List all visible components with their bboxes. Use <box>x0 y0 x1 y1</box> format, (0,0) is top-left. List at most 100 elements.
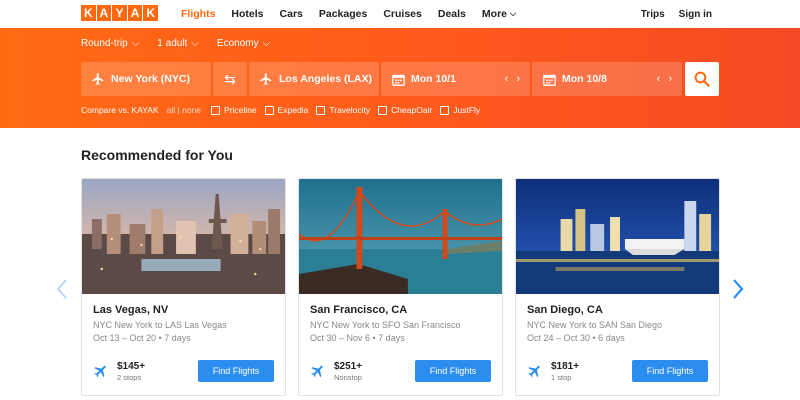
trip-type-dropdown[interactable]: Round-trip ⌵ <box>81 38 139 49</box>
section-title: Recommended for You <box>81 147 233 163</box>
checkbox[interactable] <box>440 105 450 115</box>
checkbox[interactable] <box>211 105 221 115</box>
sign-in-link[interactable]: Sign in <box>679 9 712 20</box>
nav-flights[interactable]: Flights <box>181 8 215 20</box>
find-flights-button[interactable]: Find Flights <box>632 360 708 382</box>
nav-cruises[interactable]: Cruises <box>383 8 422 20</box>
destination-value: Los Angeles (LAX) <box>279 73 372 85</box>
carousel-prev-button[interactable] <box>54 278 70 300</box>
chevron-down-icon: ⌵ <box>510 9 517 18</box>
price: $181+ <box>551 361 580 372</box>
swap-arrows-icon: ⇆ <box>224 70 236 87</box>
stops: 2 stops <box>117 373 142 382</box>
search-options: Round-trip ⌵ 1 adult ⌵ Economy ⌵ <box>81 38 270 49</box>
find-flights-button[interactable]: Find Flights <box>415 360 491 382</box>
trip-dates: Oct 24 – Oct 30 • 6 days <box>527 333 625 343</box>
travelers-dropdown[interactable]: 1 adult ⌵ <box>157 38 199 49</box>
destination-card[interactable]: San Francisco, CA NYC New York to SFO Sa… <box>298 178 503 396</box>
trip-dates: Oct 13 – Oct 20 • 7 days <box>93 333 191 343</box>
origin-field[interactable]: New York (NYC) <box>81 62 211 96</box>
stops: 1 stop <box>551 373 572 382</box>
provider-label: CheapOair <box>391 105 433 115</box>
chevron-right-icon[interactable]: › <box>516 73 520 85</box>
price: $251+ <box>334 361 363 372</box>
origin-value: New York (NYC) <box>111 73 190 85</box>
destination-name: San Diego, CA <box>527 304 603 316</box>
compare-bar: Compare vs. KAYAK all | none Priceline E… <box>81 105 488 115</box>
checkbox[interactable] <box>378 105 388 115</box>
logo-letter: K <box>143 5 158 21</box>
depart-date-field[interactable]: Mon 10/1 ‹ › <box>381 62 530 96</box>
chevron-left-icon <box>56 279 67 299</box>
checkbox[interactable] <box>264 105 274 115</box>
checkbox[interactable] <box>316 105 326 115</box>
route-text: NYC New York to LAS Las Vegas <box>93 320 227 330</box>
nav-more-label: More <box>481 8 507 20</box>
route-text: NYC New York to SAN San Diego <box>527 320 663 330</box>
trips-link[interactable]: Trips <box>641 9 665 20</box>
chevron-right-icon[interactable]: › <box>668 73 672 85</box>
plane-icon <box>94 365 106 378</box>
destination-name: Las Vegas, NV <box>93 304 169 316</box>
chevron-down-icon: ⌵ <box>191 38 199 49</box>
cabin-value: Economy <box>216 38 259 49</box>
carousel-next-button[interactable] <box>730 278 746 300</box>
select-all-link[interactable]: all <box>167 105 176 115</box>
destination-field[interactable]: Los Angeles (LAX) <box>249 62 379 96</box>
nav-packages[interactable]: Packages <box>319 8 367 20</box>
search-button[interactable] <box>685 62 719 96</box>
nav-hotels[interactable]: Hotels <box>231 8 263 20</box>
top-navigation: K A Y A K Flights Hotels Cars Packages C… <box>0 0 800 28</box>
separator: | <box>177 105 180 115</box>
provider-checkbox-travelocity[interactable]: Travelocity <box>316 105 370 115</box>
account-nav: Trips Sign in <box>641 0 712 28</box>
calendar-icon <box>542 72 556 86</box>
chevron-left-icon[interactable]: ‹ <box>657 73 661 85</box>
depart-date-value: Mon 10/1 <box>411 73 456 85</box>
san-diego-photo <box>516 179 719 294</box>
provider-label: Travelocity <box>329 105 371 115</box>
trip-type-value: Round-trip <box>81 38 128 49</box>
provider-label: Priceline <box>224 105 257 115</box>
cabin-dropdown[interactable]: Economy ⌵ <box>217 38 270 49</box>
logo-letter: A <box>127 5 143 21</box>
provider-checkbox-expedia[interactable]: Expedia <box>264 105 309 115</box>
main-nav: Flights Hotels Cars Packages Cruises Dea… <box>181 0 532 28</box>
trip-dates: Oct 30 – Nov 6 • 7 days <box>310 333 405 343</box>
swap-button[interactable]: ⇆ <box>213 62 247 96</box>
chevron-right-icon <box>733 279 744 299</box>
destination-card[interactable]: Las Vegas, NV NYC New York to LAS Las Ve… <box>81 178 286 396</box>
plane-landing-icon <box>259 72 273 86</box>
plane-takeoff-icon <box>91 72 105 86</box>
plane-icon <box>311 365 323 378</box>
nav-cars[interactable]: Cars <box>280 8 303 20</box>
logo-letter: K <box>81 5 96 21</box>
nav-deals[interactable]: Deals <box>438 8 466 20</box>
calendar-icon <box>391 72 405 86</box>
logo-letter: A <box>96 5 112 21</box>
chevron-down-icon: ⌵ <box>131 38 140 49</box>
compare-label: Compare vs. KAYAK <box>81 105 159 115</box>
travelers-value: 1 adult <box>157 38 188 49</box>
provider-checkbox-priceline[interactable]: Priceline <box>211 105 257 115</box>
logo-letter: Y <box>112 5 127 21</box>
find-flights-button[interactable]: Find Flights <box>198 360 274 382</box>
compare-select-links: all | none <box>167 105 201 115</box>
select-none-link[interactable]: none <box>182 105 201 115</box>
provider-checkbox-cheapoair[interactable]: CheapOair <box>378 105 432 115</box>
destination-card[interactable]: San Diego, CA NYC New York to SAN San Di… <box>515 178 720 396</box>
las-vegas-photo <box>82 179 285 294</box>
search-icon <box>694 71 710 87</box>
chevron-down-icon: ⌵ <box>262 38 271 49</box>
chevron-left-icon[interactable]: ‹ <box>505 73 509 85</box>
price: $145+ <box>117 361 146 372</box>
stops: Nonstop <box>334 373 362 382</box>
return-date-field[interactable]: Mon 10/8 ‹ › <box>532 62 682 96</box>
provider-label: Expedia <box>277 105 309 115</box>
return-date-value: Mon 10/8 <box>562 73 607 85</box>
provider-checkbox-justfly[interactable]: JustFly <box>440 105 480 115</box>
nav-more[interactable]: More ⌵ <box>482 8 516 20</box>
san-francisco-photo <box>299 179 502 294</box>
destination-name: San Francisco, CA <box>310 304 408 316</box>
kayak-logo[interactable]: K A Y A K <box>81 5 158 21</box>
